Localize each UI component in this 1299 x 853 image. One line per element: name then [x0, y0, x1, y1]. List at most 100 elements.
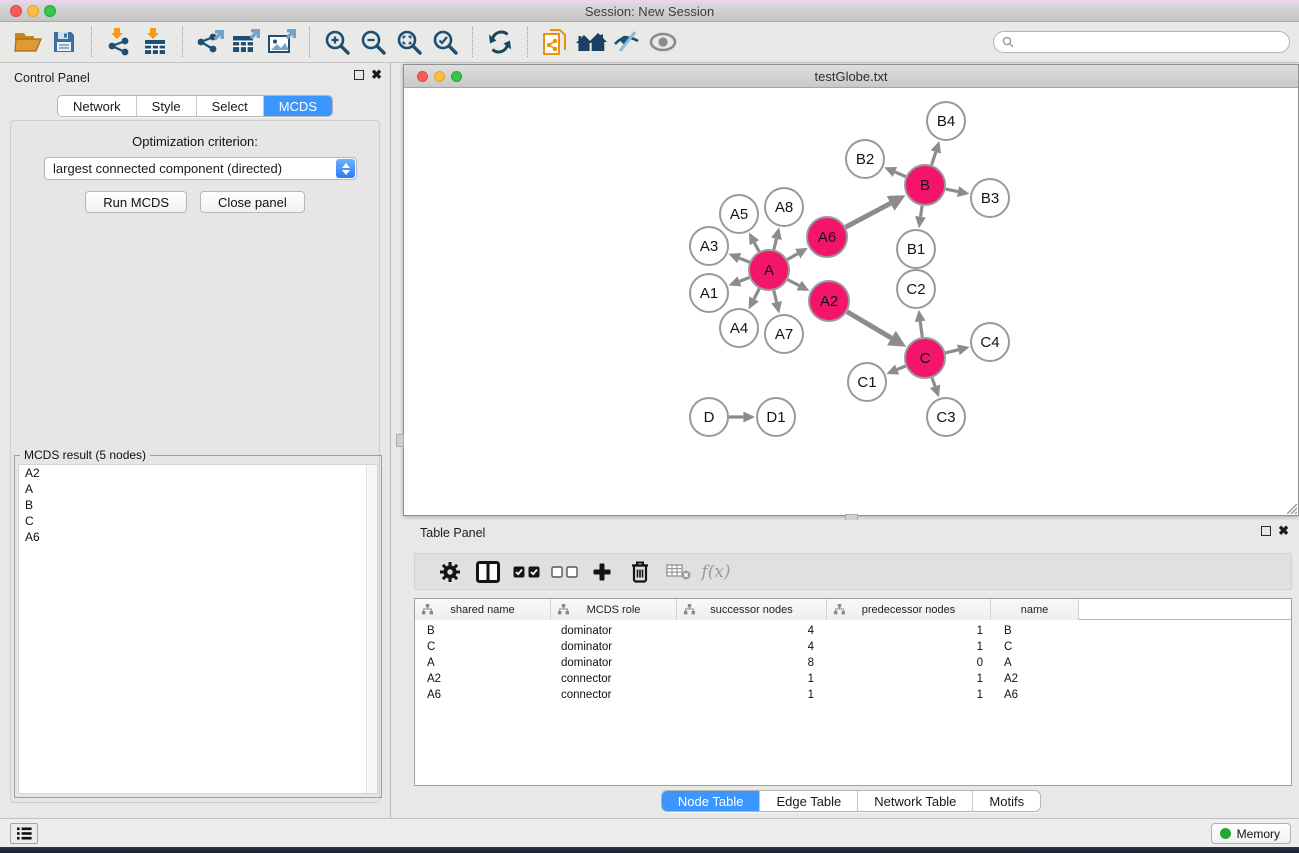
close-panel-button[interactable]: Close panel: [200, 191, 305, 213]
edge-C-C1[interactable]: [897, 366, 905, 370]
refresh-layout-icon[interactable]: [482, 25, 518, 59]
table-row[interactable]: A6connector11A6: [415, 687, 1291, 703]
toggle-column-view-icon[interactable]: [469, 557, 507, 587]
node-A8[interactable]: A8: [765, 188, 803, 226]
table-options-gear-icon[interactable]: [431, 557, 469, 587]
column-header-successor-nodes[interactable]: successor nodes: [677, 599, 827, 620]
node-A5[interactable]: A5: [720, 195, 758, 233]
node-C[interactable]: C: [905, 338, 945, 378]
column-header-name[interactable]: name: [991, 599, 1079, 620]
add-column-icon[interactable]: [583, 557, 621, 587]
edge-A-A5[interactable]: [754, 243, 759, 252]
function-builder-icon[interactable]: f(x): [697, 557, 735, 587]
node-C1[interactable]: C1: [848, 363, 886, 401]
mcds-result-item[interactable]: A: [19, 481, 377, 497]
node-A2[interactable]: A2: [809, 281, 849, 321]
node-C4[interactable]: C4: [971, 323, 1009, 361]
node-A6[interactable]: A6: [807, 217, 847, 257]
resize-grip-icon[interactable]: [1285, 502, 1297, 514]
delete-column-trash-icon[interactable]: [621, 557, 659, 587]
node-C2[interactable]: C2: [897, 270, 935, 308]
task-history-button[interactable]: [10, 823, 38, 844]
tab-edge-table[interactable]: Edge Table: [759, 791, 857, 811]
node-B2[interactable]: B2: [846, 140, 884, 178]
mcds-result-item[interactable]: A6: [19, 529, 377, 545]
edge-B-B1[interactable]: [921, 206, 923, 217]
zoom-out-icon[interactable]: [355, 25, 391, 59]
edge-A-A2[interactable]: [788, 280, 799, 286]
home-icon[interactable]: [573, 25, 609, 59]
unselect-all-columns-icon[interactable]: [545, 557, 583, 587]
mcds-result-list[interactable]: A2ABCA6: [18, 464, 378, 794]
import-network-icon[interactable]: [101, 25, 137, 59]
float-panel-icon[interactable]: [354, 70, 364, 80]
close-table-panel-icon[interactable]: ✖: [1278, 526, 1289, 536]
edge-A-A6[interactable]: [787, 254, 798, 260]
search-input[interactable]: [1019, 35, 1289, 49]
edge-A-A8[interactable]: [774, 239, 777, 250]
edge-C-C3[interactable]: [932, 378, 935, 387]
export-image-icon[interactable]: [264, 25, 300, 59]
column-header-shared-name[interactable]: shared name: [415, 599, 551, 620]
edge-A2-C[interactable]: [847, 312, 891, 338]
edge-C-C4[interactable]: [945, 350, 958, 353]
close-panel-icon[interactable]: ✖: [371, 70, 382, 80]
edge-A-A1[interactable]: [739, 278, 749, 282]
node-A1[interactable]: A1: [690, 274, 728, 312]
scrollbar-track[interactable]: [366, 465, 377, 793]
tab-node-table[interactable]: Node Table: [662, 791, 760, 811]
export-network-icon[interactable]: [192, 25, 228, 59]
edge-A6-B[interactable]: [846, 203, 891, 227]
search-field[interactable]: [993, 31, 1290, 53]
node-D[interactable]: D: [690, 398, 728, 436]
table-row[interactable]: Adominator80A: [415, 655, 1291, 671]
show-graphics-details-icon[interactable]: [645, 25, 681, 59]
column-header-predecessor-nodes[interactable]: predecessor nodes: [827, 599, 991, 620]
edge-B-B3[interactable]: [946, 189, 958, 191]
memory-button[interactable]: Memory: [1211, 823, 1291, 844]
tab-style[interactable]: Style: [136, 96, 196, 116]
mcds-result-item[interactable]: A2: [19, 465, 377, 481]
delete-table-icon[interactable]: [659, 557, 697, 587]
node-A4[interactable]: A4: [720, 309, 758, 347]
edge-C-C2[interactable]: [920, 321, 922, 337]
mcds-result-item[interactable]: C: [19, 513, 377, 529]
network-window-titlebar[interactable]: testGlobe.txt: [404, 65, 1298, 88]
criterion-select[interactable]: largest connected component (directed): [44, 157, 357, 180]
node-D1[interactable]: D1: [757, 398, 795, 436]
edge-A-A7[interactable]: [774, 290, 777, 302]
node-B1[interactable]: B1: [897, 230, 935, 268]
edge-A-A3[interactable]: [739, 258, 749, 262]
open-file-icon[interactable]: [10, 25, 46, 59]
edge-B-B2[interactable]: [895, 172, 906, 177]
network-from-selection-icon[interactable]: [537, 25, 573, 59]
node-A3[interactable]: A3: [690, 227, 728, 265]
zoom-selected-icon[interactable]: [427, 25, 463, 59]
node-B[interactable]: B: [905, 165, 945, 205]
network-canvas[interactable]: AA1A2A3A4A5A6A7A8BB1B2B3B4CC1C2C3C4DD1: [404, 89, 1298, 515]
mcds-result-item[interactable]: B: [19, 497, 377, 513]
table-row[interactable]: Bdominator41B: [415, 623, 1291, 639]
node-B4[interactable]: B4: [927, 102, 965, 140]
select-all-columns-icon[interactable]: [507, 557, 545, 587]
export-table-icon[interactable]: [228, 25, 264, 59]
float-table-panel-icon[interactable]: [1261, 526, 1271, 536]
tab-motifs[interactable]: Motifs: [972, 791, 1040, 811]
node-A7[interactable]: A7: [765, 315, 803, 353]
run-mcds-button[interactable]: Run MCDS: [85, 191, 187, 213]
tab-network-table[interactable]: Network Table: [857, 791, 972, 811]
tab-select[interactable]: Select: [196, 96, 263, 116]
edge-B-B4[interactable]: [932, 152, 936, 165]
node-A[interactable]: A: [749, 250, 789, 290]
table-row[interactable]: Cdominator41C: [415, 639, 1291, 655]
vertical-split-handle[interactable]: [396, 434, 404, 447]
tab-network[interactable]: Network: [58, 96, 136, 116]
zoom-in-icon[interactable]: [319, 25, 355, 59]
hide-graphics-details-icon[interactable]: [609, 25, 645, 59]
save-session-icon[interactable]: [46, 25, 82, 59]
node-B3[interactable]: B3: [971, 179, 1009, 217]
network-graph[interactable]: AA1A2A3A4A5A6A7A8BB1B2B3B4CC1C2C3C4DD1: [404, 89, 1298, 515]
zoom-fit-icon[interactable]: [391, 25, 427, 59]
tab-mcds[interactable]: MCDS: [263, 96, 332, 116]
import-table-icon[interactable]: [137, 25, 173, 59]
